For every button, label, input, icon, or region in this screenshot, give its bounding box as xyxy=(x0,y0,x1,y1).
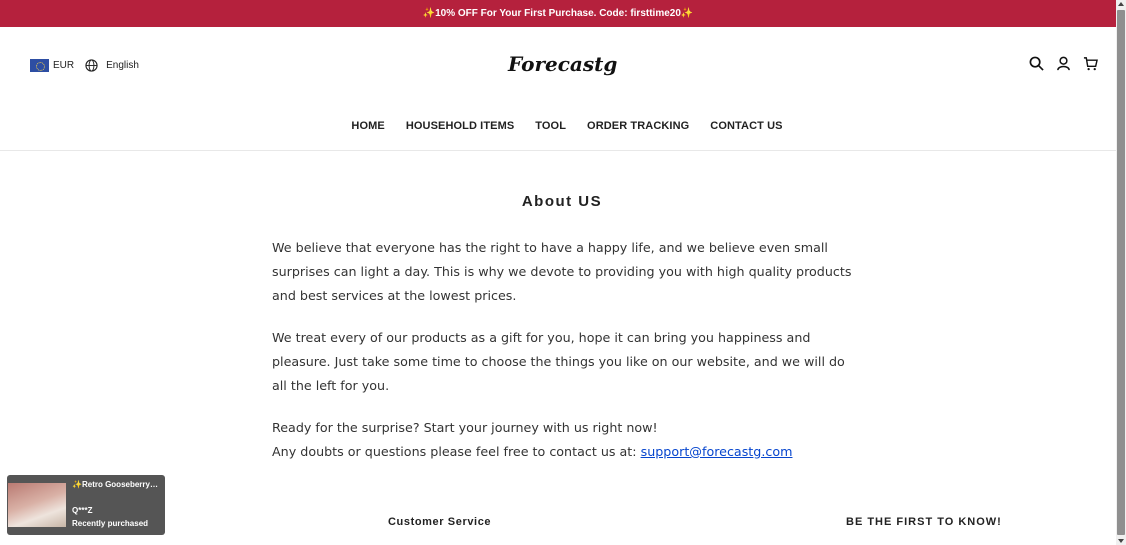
locale-switcher[interactable]: EUR English xyxy=(30,59,139,72)
paragraph-4: Any doubts or questions please feel free… xyxy=(272,440,852,464)
language-selector[interactable]: English xyxy=(85,59,139,72)
globe-icon xyxy=(85,59,98,72)
scroll-down-icon[interactable] xyxy=(1118,539,1124,543)
header-icons xyxy=(1029,56,1098,72)
nav-tool[interactable]: TOOL xyxy=(535,120,566,132)
language-label[interactable]: English xyxy=(106,60,139,71)
paragraph-3: Ready for the surprise? Start your journ… xyxy=(272,420,658,435)
about-content: About US We believe that everyone has th… xyxy=(272,193,852,464)
product-thumbnail[interactable] xyxy=(8,483,66,527)
footer-customer-service-heading: Customer Service xyxy=(388,516,492,528)
eu-flag-icon xyxy=(30,59,49,72)
site-logo[interactable]: Forecastg xyxy=(508,52,617,76)
nav-home[interactable]: HOME xyxy=(351,120,384,132)
popup-product-title[interactable]: ✨Retro Gooseberry… xyxy=(72,480,160,489)
popup-status: Recently purchased xyxy=(72,519,149,528)
main-nav: HOME HOUSEHOLD ITEMS TOOL ORDER TRACKING… xyxy=(0,120,1116,132)
user-icon[interactable] xyxy=(1056,56,1071,72)
search-icon[interactable] xyxy=(1029,56,1044,72)
page-scrollbar[interactable] xyxy=(1116,0,1126,545)
announcement-text: ✨10% OFF For Your First Purchase. Code: … xyxy=(422,8,694,19)
nav-household-items[interactable]: HOUSEHOLD ITEMS xyxy=(406,120,514,132)
announcement-bar: ✨10% OFF For Your First Purchase. Code: … xyxy=(0,0,1116,27)
paragraph-1: We believe that everyone has the right t… xyxy=(272,240,852,303)
page-title: About US xyxy=(521,193,603,210)
popup-buyer: Q***Z xyxy=(72,506,93,515)
paragraph-2: We treat every of our products as a gift… xyxy=(272,330,845,393)
footer-newsletter-heading: BE THE FIRST TO KNOW! xyxy=(846,516,1002,528)
currency-label[interactable]: EUR xyxy=(53,60,74,71)
scrollbar-thumb[interactable] xyxy=(1117,10,1125,535)
contact-text: Any doubts or questions please feel free… xyxy=(272,444,641,459)
site-header: EUR English Forecastg HOME HOUSEHOLD ITE… xyxy=(0,27,1116,151)
recent-purchase-popup[interactable]: ✨Retro Gooseberry… Q***Z Recently purcha… xyxy=(7,475,165,535)
nav-contact-us[interactable]: CONTACT US xyxy=(710,120,782,132)
nav-order-tracking[interactable]: ORDER TRACKING xyxy=(587,120,689,132)
scroll-up-icon[interactable] xyxy=(1118,2,1124,6)
cart-icon[interactable] xyxy=(1083,56,1098,72)
support-email-link[interactable]: support@forecastg.com xyxy=(641,444,793,459)
